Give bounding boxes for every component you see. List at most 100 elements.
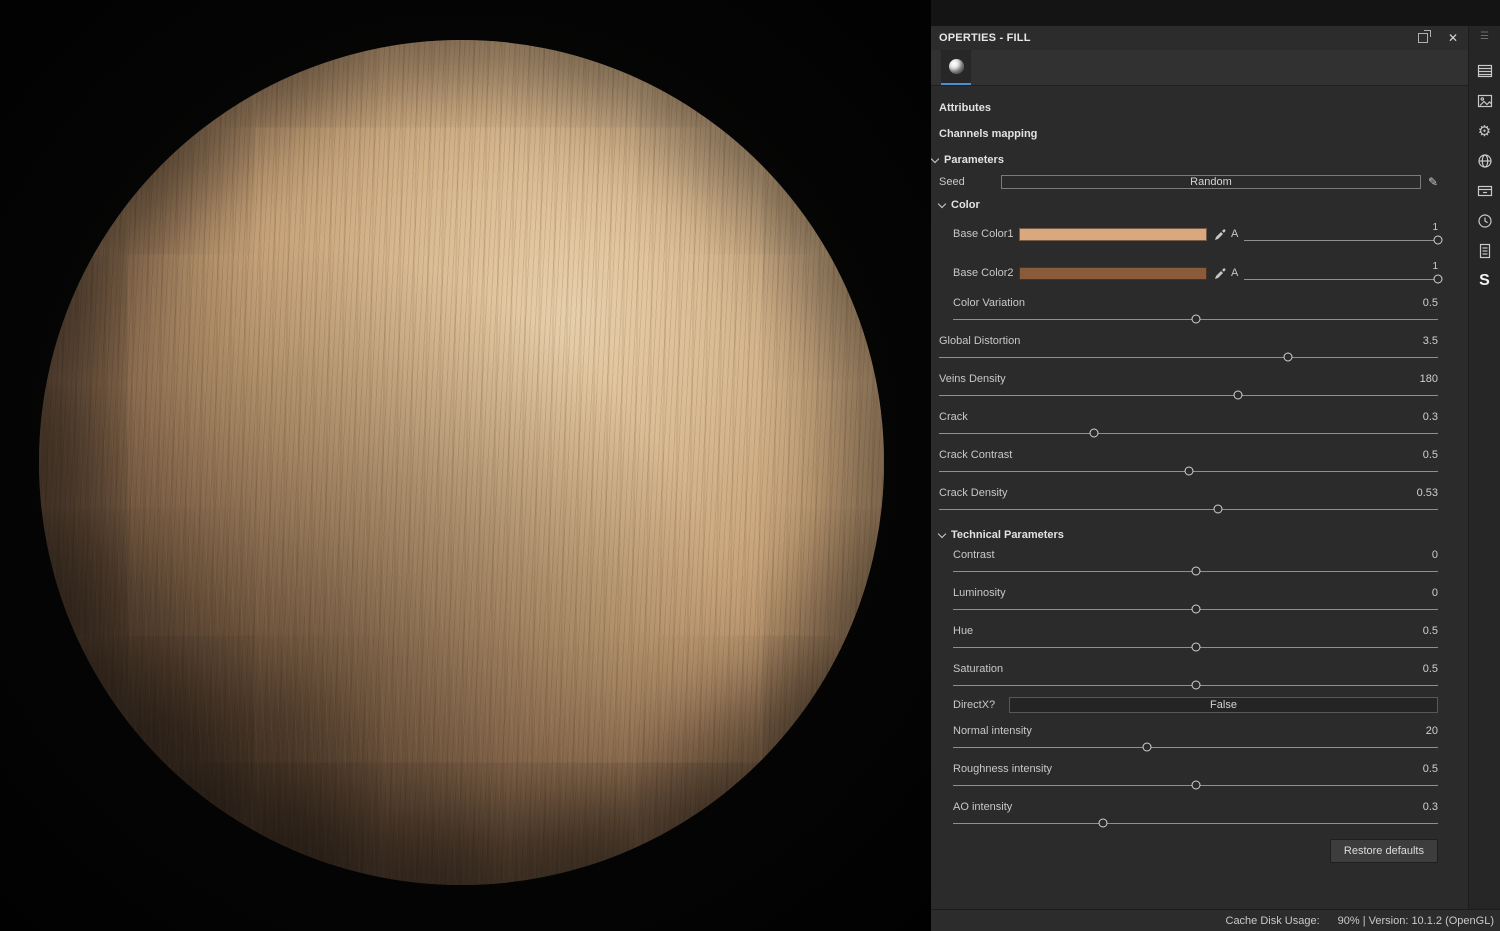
slider-handle[interactable] <box>1283 352 1293 361</box>
alpha-label: A <box>1231 267 1239 279</box>
saturation-slider[interactable] <box>953 678 1438 691</box>
veins-density-slider[interactable] <box>939 388 1438 401</box>
base-color2-alpha-value: 1 <box>1432 260 1438 272</box>
properties-content: Attributes Channels mapping Parameters S… <box>931 86 1468 909</box>
substance-logo[interactable]: S <box>1479 271 1490 291</box>
slider-handle[interactable] <box>1142 742 1152 751</box>
log-icon[interactable] <box>1477 241 1493 261</box>
color-variation-slider[interactable] <box>953 312 1438 325</box>
section-color[interactable]: Color <box>937 199 1438 211</box>
crack-value: 0.3 <box>1422 411 1438 423</box>
section-attributes[interactable]: Attributes <box>939 102 1438 114</box>
directx-value: False <box>1210 699 1237 711</box>
base-color1-label: Base Color1 <box>953 228 1014 240</box>
slider-handle[interactable] <box>1191 604 1200 613</box>
hue-label: Hue <box>953 625 974 637</box>
section-technical-parameters-label: Technical Parameters <box>951 529 1064 541</box>
material-sphere-icon <box>948 59 964 74</box>
slider-handle[interactable] <box>1233 390 1243 399</box>
global-distortion-value: 3.5 <box>1422 335 1438 347</box>
crack-density-slider[interactable] <box>939 502 1438 515</box>
tab-fill-material[interactable] <box>941 50 971 85</box>
slider-row-saturation: Saturation 0.5 <box>939 663 1438 691</box>
viewport-3d[interactable] <box>0 0 931 931</box>
undock-panel-button[interactable] <box>1417 30 1431 43</box>
contrast-slider[interactable] <box>953 564 1438 577</box>
material-tabbar <box>931 50 1468 86</box>
ao-intensity-label: AO intensity <box>953 801 1013 813</box>
slider-handle[interactable] <box>1184 466 1193 475</box>
contrast-label: Contrast <box>953 549 995 561</box>
slider-handle[interactable] <box>1191 780 1200 789</box>
crack-density-value: 0.53 <box>1416 487 1438 499</box>
base-color2-swatch[interactable] <box>1019 266 1207 280</box>
slider-handle[interactable] <box>1213 504 1223 513</box>
material-preview-sphere <box>39 40 884 885</box>
globe-icon[interactable] <box>1477 151 1493 171</box>
eyedropper-icon[interactable] <box>1214 267 1226 280</box>
application-window: OPERTIES - FILL ✕ Attributes Channels ma… <box>0 0 1500 931</box>
slider-handle[interactable] <box>1098 818 1108 827</box>
saturation-label: Saturation <box>953 663 1004 675</box>
slider-handle[interactable] <box>1433 235 1443 245</box>
seed-label: Seed <box>939 176 965 188</box>
slider-row-hue: Hue 0.5 <box>939 625 1438 653</box>
ao-intensity-slider[interactable] <box>953 816 1438 829</box>
slider-row-veins-density: Veins Density 180 <box>939 373 1438 401</box>
slider-row-color-variation: Color Variation 0.5 <box>939 297 1438 325</box>
hue-slider[interactable] <box>953 640 1438 653</box>
texture-set-list-icon[interactable] <box>1477 61 1493 81</box>
crack-contrast-label: Crack Contrast <box>939 449 1013 461</box>
slider-row-crack: Crack 0.3 <box>939 411 1438 439</box>
slider-handle[interactable] <box>1191 314 1200 323</box>
dock-menu-icon[interactable]: ☰ <box>1480 31 1489 49</box>
slider-handle[interactable] <box>1089 428 1099 437</box>
section-parameters[interactable]: Parameters <box>931 154 1438 166</box>
luminosity-value: 0 <box>1431 587 1438 599</box>
section-attributes-label: Attributes <box>939 102 991 114</box>
edit-seed-icon[interactable]: ✎ <box>1428 175 1438 189</box>
eyedropper-icon[interactable] <box>1214 228 1226 241</box>
directx-dropdown[interactable]: False <box>1009 697 1438 713</box>
luminosity-slider[interactable] <box>953 602 1438 615</box>
slider-handle[interactable] <box>1191 680 1200 689</box>
roughness-intensity-value: 0.5 <box>1422 763 1438 775</box>
crack-slider[interactable] <box>939 426 1438 439</box>
seed-input[interactable]: Random <box>1001 175 1421 189</box>
history-icon[interactable] <box>1477 211 1493 231</box>
version-info: 90% | Version: 10.1.2 (OpenGL) <box>1337 914 1494 927</box>
crack-density-label: Crack Density <box>939 487 1008 499</box>
seed-value: Random <box>1190 176 1232 188</box>
slider-row-crack-contrast: Crack Contrast 0.5 <box>939 449 1438 477</box>
luminosity-label: Luminosity <box>953 587 1006 599</box>
slider-row-luminosity: Luminosity 0 <box>939 587 1438 615</box>
status-bar: Cache Disk Usage: 90% | Version: 10.1.2 … <box>931 909 1500 931</box>
slider-row-normal-intensity: Normal intensity 20 <box>939 725 1438 753</box>
base-color1-alpha-track[interactable] <box>1244 234 1443 247</box>
slider-handle[interactable] <box>1191 566 1200 575</box>
slider-handle[interactable] <box>1191 642 1200 651</box>
base-color2-label: Base Color2 <box>953 267 1014 279</box>
section-technical-parameters[interactable]: Technical Parameters <box>937 529 1438 541</box>
cache-disk-usage-label: Cache Disk Usage: <box>1225 914 1320 927</box>
close-panel-button[interactable]: ✕ <box>1448 32 1458 44</box>
shelf-icon[interactable] <box>1477 181 1493 201</box>
base-color1-swatch[interactable] <box>1019 227 1207 241</box>
base-color2-alpha-track[interactable] <box>1244 273 1443 286</box>
slider-row-ao-intensity: AO intensity 0.3 <box>939 801 1438 829</box>
normal-intensity-slider[interactable] <box>953 740 1438 753</box>
directx-row: DirectX? False <box>939 697 1438 713</box>
display-settings-icon[interactable] <box>1477 91 1493 111</box>
slider-row-crack-density: Crack Density 0.53 <box>939 487 1438 515</box>
section-channels-mapping-label: Channels mapping <box>939 128 1038 140</box>
crack-contrast-slider[interactable] <box>939 464 1438 477</box>
section-channels-mapping[interactable]: Channels mapping <box>939 128 1438 140</box>
gear-icon[interactable]: ⚙ <box>1478 121 1491 141</box>
slider-handle[interactable] <box>1433 274 1443 284</box>
global-distortion-slider[interactable] <box>939 350 1438 363</box>
restore-defaults-button[interactable]: Restore defaults <box>1329 839 1438 863</box>
roughness-intensity-slider[interactable] <box>953 778 1438 791</box>
properties-panel-header: OPERTIES - FILL ✕ <box>931 26 1468 50</box>
chevron-down-icon <box>937 199 947 208</box>
veins-density-label: Veins Density <box>939 373 1006 385</box>
